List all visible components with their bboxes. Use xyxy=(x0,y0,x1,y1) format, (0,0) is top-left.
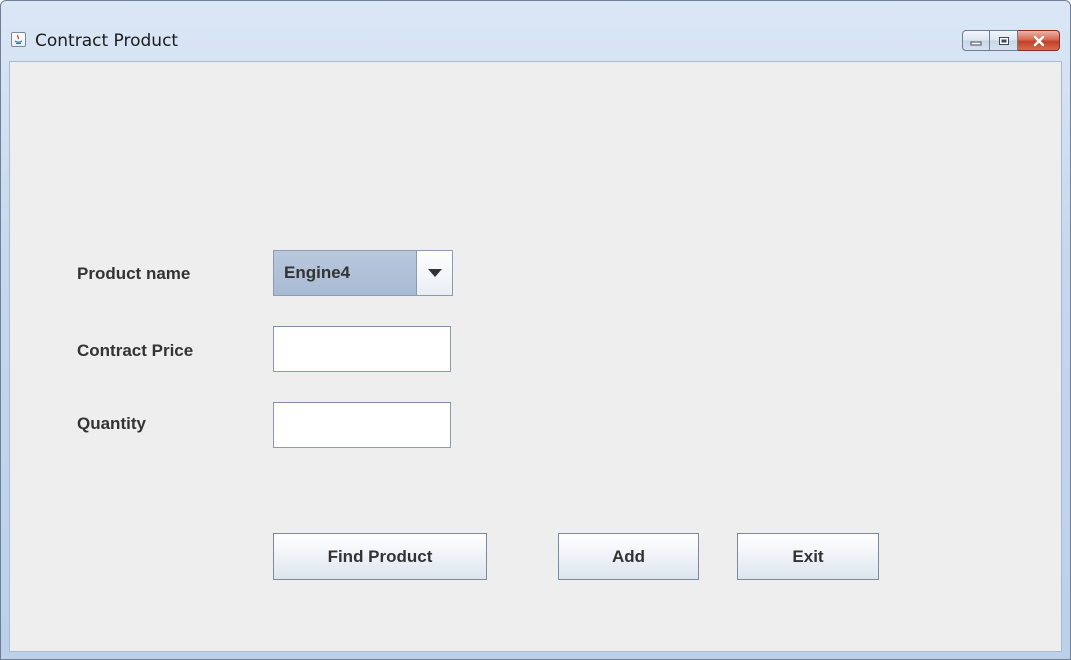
product-name-selected-value: Engine4 xyxy=(284,263,351,282)
minimize-icon xyxy=(970,41,982,45)
app-window: Contract Product Product name Engine4 Co… xyxy=(0,0,1071,660)
form-panel: Product name Engine4 Contract Price Quan… xyxy=(9,61,1062,652)
close-button[interactable] xyxy=(1018,30,1060,51)
contract-price-field[interactable] xyxy=(273,326,451,372)
maximize-button[interactable] xyxy=(990,30,1018,51)
find-product-button[interactable]: Find Product xyxy=(273,533,487,580)
contract-price-label: Contract Price xyxy=(77,341,194,360)
quantity-field[interactable] xyxy=(273,402,451,448)
dropdown-arrow-button[interactable] xyxy=(416,251,452,295)
title-bar[interactable]: Contract Product xyxy=(1,1,1070,61)
add-button[interactable]: Add xyxy=(558,533,699,580)
window-controls xyxy=(962,30,1060,51)
exit-button[interactable]: Exit xyxy=(737,533,879,580)
product-name-label: Product name xyxy=(77,264,191,283)
quantity-label: Quantity xyxy=(77,414,146,433)
product-name-dropdown[interactable]: Engine4 xyxy=(273,250,453,296)
chevron-down-icon xyxy=(427,269,442,277)
window-title: Contract Product xyxy=(35,31,179,51)
java-app-icon xyxy=(11,32,26,47)
close-icon xyxy=(1033,35,1044,46)
minimize-button[interactable] xyxy=(962,30,990,51)
maximize-icon xyxy=(998,36,1009,45)
